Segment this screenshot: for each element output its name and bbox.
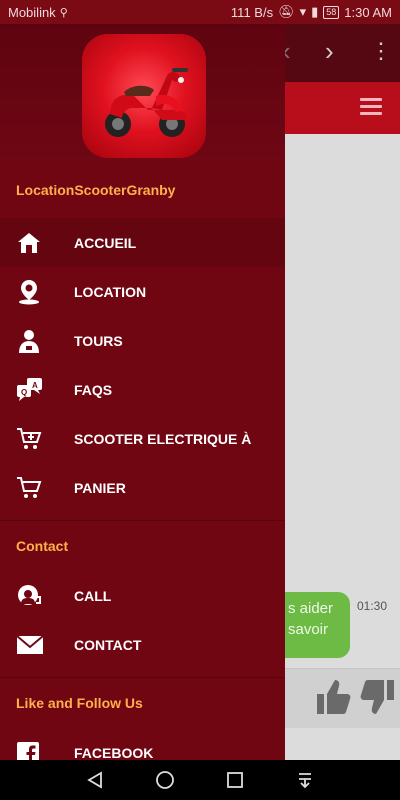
- thumbs-up-icon[interactable]: [313, 676, 353, 718]
- cart-add-icon: [0, 426, 74, 452]
- chat-time: 01:30: [357, 599, 388, 613]
- svg-text:A: A: [32, 381, 38, 390]
- cart-icon: [0, 475, 74, 501]
- system-nav-bar: [0, 760, 400, 800]
- wifi-icon: ▾: [299, 4, 307, 19]
- menu-item-tours[interactable]: TOURS: [0, 316, 285, 365]
- nav-home-icon[interactable]: [153, 768, 177, 792]
- menu-item-accueil[interactable]: ACCUEIL: [0, 218, 285, 267]
- mute-icon: 🔕︎: [278, 4, 295, 19]
- battery-icon: 58: [323, 5, 340, 19]
- menu-item-scooter-electrique[interactable]: SCOOTER ELECTRIQUE À: [0, 414, 285, 463]
- usb-icon: ⚲: [59, 6, 68, 19]
- drawer-header: [0, 24, 285, 161]
- nav-back-icon[interactable]: [83, 768, 107, 792]
- contact-section-title: Contact: [16, 538, 69, 554]
- menu-item-location[interactable]: LOCATION: [0, 267, 285, 316]
- signal-icon: ▮: [311, 4, 319, 19]
- menu-item-panier[interactable]: PANIER: [0, 463, 285, 512]
- location-pin-icon: [0, 279, 74, 305]
- scooter-logo-icon: [82, 34, 206, 158]
- menu-item-label: CALL: [74, 587, 112, 604]
- menu-item-label: TOURS: [74, 332, 123, 349]
- facebook-icon: [0, 741, 74, 760]
- menu-item-label: CONTACT: [74, 636, 142, 653]
- menu-item-call[interactable]: CALL: [0, 571, 285, 620]
- follow-section-title: Like and Follow Us: [16, 695, 143, 711]
- menu-item-label: LOCATION: [74, 283, 147, 300]
- svg-text:Q: Q: [21, 388, 27, 397]
- status-icons: 111 B/s 🔕︎ ▾ ▮ 58 1:30 AM: [231, 4, 392, 20]
- navigation-drawer: LocationScooterGranby ACCUEIL LOCATION T…: [0, 24, 285, 760]
- menu-item-label: SCOOTER ELECTRIQUE À: [74, 430, 252, 447]
- carrier-name: Mobilink: [8, 4, 56, 20]
- tour-guide-icon: [0, 328, 74, 354]
- call-headset-icon: [0, 583, 74, 609]
- more-options-icon[interactable]: ⋮: [370, 38, 392, 64]
- menu-item-label: FAQS: [74, 381, 113, 398]
- mail-icon: [0, 634, 74, 656]
- nav-recents-icon[interactable]: [223, 768, 247, 792]
- app-name-title: LocationScooterGranby: [16, 181, 176, 198]
- clock: 1:30 AM: [344, 4, 392, 20]
- menu-item-label: ACCUEIL: [74, 234, 137, 251]
- status-bar: Mobilink ⚲ 111 B/s 🔕︎ ▾ ▮ 58 1:30 AM: [0, 0, 400, 24]
- menu-item-label: PANIER: [74, 479, 126, 496]
- faq-chat-icon: AQ: [0, 377, 74, 403]
- nav-notifications-icon[interactable]: [293, 768, 317, 792]
- menu-item-label: FACEBOOK: [74, 744, 154, 761]
- home-icon: [0, 231, 74, 255]
- menu-item-contact[interactable]: CONTACT: [0, 620, 285, 669]
- menu-item-facebook[interactable]: FACEBOOK: [0, 728, 285, 760]
- hamburger-menu-icon[interactable]: [360, 98, 382, 116]
- thumbs-down-icon[interactable]: [358, 676, 398, 718]
- forward-arrow-icon[interactable]: ›: [325, 36, 334, 67]
- net-speed: 111 B/s: [230, 4, 274, 20]
- menu-item-faqs[interactable]: AQ FAQS: [0, 365, 285, 414]
